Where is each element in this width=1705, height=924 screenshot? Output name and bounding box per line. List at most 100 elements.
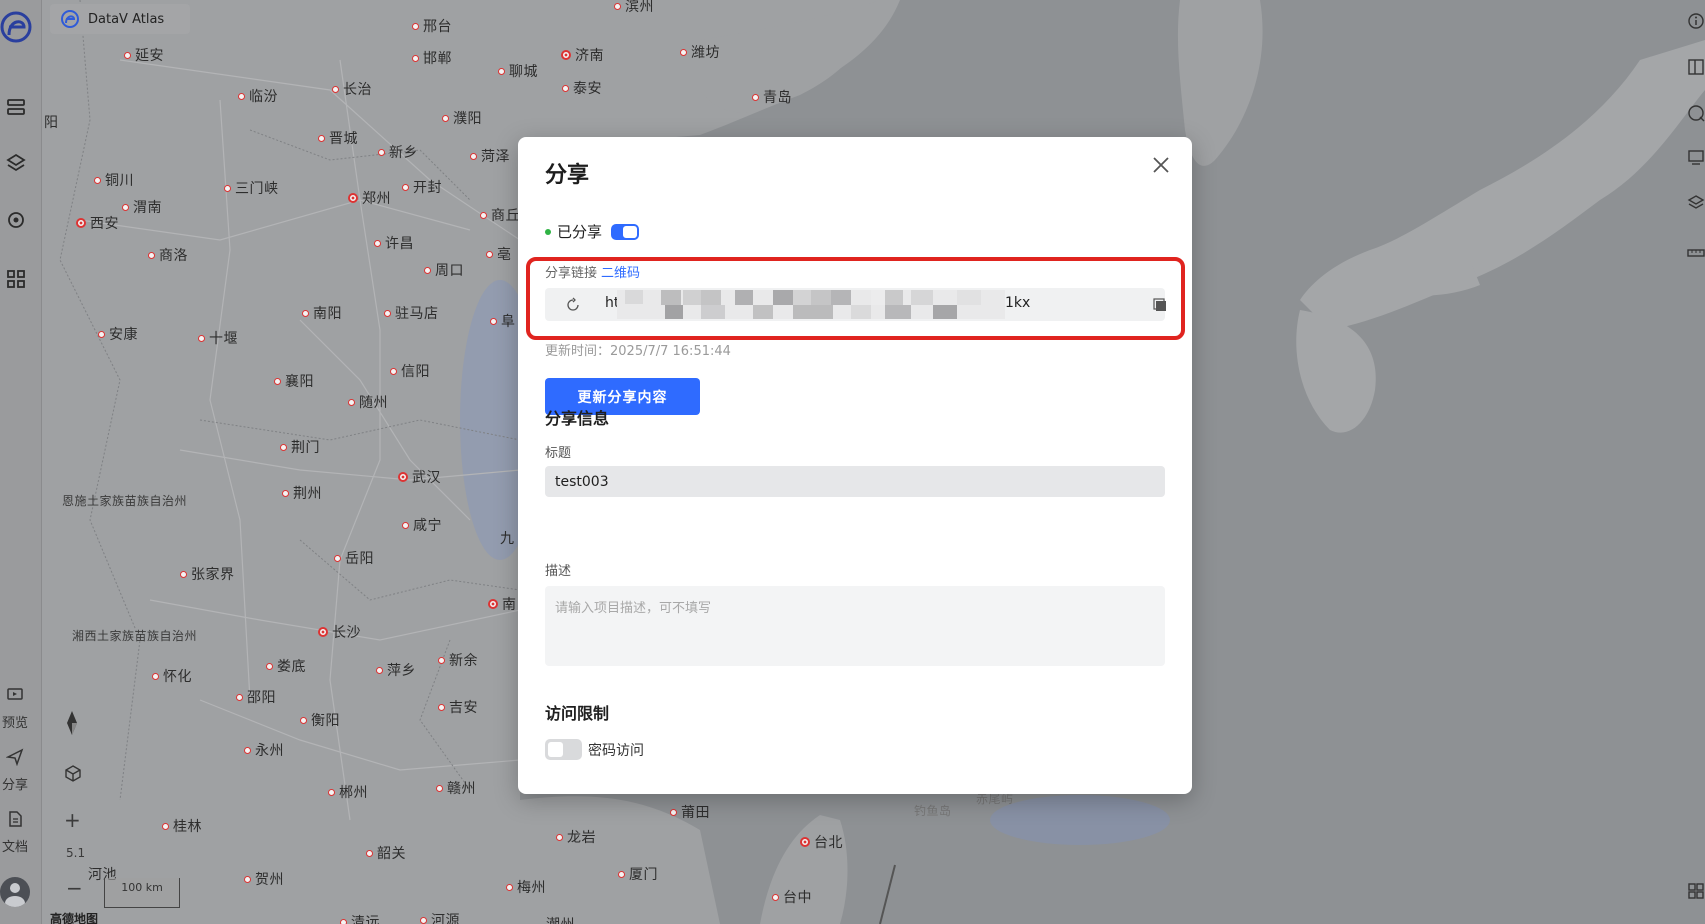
- password-access-toggle[interactable]: [545, 739, 582, 760]
- search-location-icon[interactable]: [1687, 104, 1705, 122]
- city-label: 吉安: [438, 697, 478, 717]
- city-label: 濮阳: [442, 108, 482, 128]
- city-label: 贺州: [244, 869, 284, 889]
- city-label: 西安: [76, 213, 119, 233]
- update-time: 更新时间：2025/7/7 16:51:44: [545, 344, 731, 359]
- city-label: 张家界: [180, 564, 235, 584]
- compass-icon[interactable]: [64, 710, 80, 736]
- password-access-label: 密码访问: [588, 742, 644, 759]
- grid-apps-icon[interactable]: [5, 268, 27, 290]
- screen-icon[interactable]: [1687, 148, 1705, 166]
- city-label: 邯郸: [412, 48, 452, 68]
- city-label: 南: [488, 594, 517, 614]
- grid-view-icon[interactable]: [1687, 882, 1705, 900]
- city-label: 荆州: [282, 483, 322, 503]
- city-label: 娄底: [266, 656, 306, 676]
- share-send-icon[interactable]: [6, 748, 24, 766]
- share-link-suffix: 1kx: [1005, 295, 1031, 311]
- city-label: 永州: [244, 740, 284, 760]
- right-toolbar: [1679, 0, 1705, 924]
- city-label: 驻马店: [384, 303, 439, 323]
- title-input[interactable]: [545, 466, 1165, 497]
- city-label: 郴州: [328, 782, 368, 802]
- document-icon[interactable]: [6, 810, 24, 828]
- share-info-heading: 分享信息: [545, 409, 610, 428]
- dialog-title: 分享: [545, 163, 590, 188]
- city-label: 长沙: [318, 622, 361, 642]
- city-label: 衡阳: [300, 710, 340, 730]
- city-label: 新乡: [378, 142, 418, 162]
- city-label: 商洛: [148, 245, 188, 265]
- city-label: 亳: [486, 244, 512, 264]
- qr-code-link[interactable]: 二维码: [601, 266, 640, 281]
- city-label: 梅州: [506, 877, 546, 897]
- city-label: 桂林: [162, 816, 202, 836]
- city-label: 渭南: [122, 197, 162, 217]
- city-label: 安康: [98, 324, 138, 344]
- docs-label[interactable]: 文档: [0, 836, 30, 855]
- city-label: 河源: [420, 910, 460, 924]
- user-avatar[interactable]: [0, 877, 30, 907]
- share-dialog: 分享 已分享 分享链接 二维码 ht 1kx 更新时间：2025/7/7 16:…: [518, 137, 1192, 794]
- ruler-icon[interactable]: [1687, 244, 1705, 262]
- city-label: 咸宁: [402, 515, 442, 535]
- city-label: 开封: [402, 177, 442, 197]
- city-label: 延安: [124, 45, 164, 65]
- zoom-level: 5.1: [66, 846, 86, 860]
- share-link-label: 分享链接: [545, 266, 598, 281]
- city-label: 清远: [340, 912, 380, 924]
- city-label: 莆田: [670, 802, 710, 822]
- city-label: 阜: [490, 311, 516, 331]
- city-label: 晋城: [318, 128, 358, 148]
- description-field-label: 描述: [545, 564, 572, 579]
- city-label: 郑州: [348, 188, 391, 208]
- layers-icon[interactable]: [1687, 194, 1705, 212]
- city-label: 岳阳: [334, 548, 374, 568]
- password-access-row: 密码访问: [545, 739, 644, 760]
- 3d-cube-icon[interactable]: [64, 764, 82, 782]
- panel-icon[interactable]: [1687, 58, 1705, 76]
- city-label: 潍坊: [680, 42, 720, 62]
- preview-icon[interactable]: [6, 686, 24, 704]
- city-label: 阳: [44, 115, 59, 131]
- city-label: 菏泽: [470, 146, 510, 166]
- share-link-label-row: 分享链接 二维码: [545, 262, 640, 281]
- status-dot: [545, 228, 551, 235]
- preview-label[interactable]: 预览: [0, 712, 30, 731]
- city-label: 荆门: [280, 437, 320, 457]
- layers-list-icon[interactable]: [5, 96, 27, 118]
- city-label: 随州: [348, 392, 388, 412]
- location-target-icon[interactable]: [5, 209, 27, 231]
- app-logo-icon[interactable]: [0, 6, 34, 46]
- city-label: 三门峡: [224, 178, 279, 198]
- info-icon[interactable]: [1687, 12, 1705, 30]
- title-field-label: 标题: [545, 446, 572, 461]
- share-toggle[interactable]: [611, 223, 640, 240]
- refresh-icon[interactable]: [565, 297, 581, 313]
- zoom-in-button[interactable]: +: [64, 808, 81, 832]
- brand-name: DataV Atlas: [88, 11, 165, 27]
- city-label: 临汾: [238, 86, 278, 106]
- description-textarea[interactable]: [545, 586, 1165, 666]
- zoom-out-button[interactable]: −: [66, 876, 83, 900]
- city-label: 赣州: [436, 778, 476, 798]
- shared-status-label: 已分享: [557, 223, 603, 241]
- share-link-field[interactable]: ht 1kx: [545, 288, 1168, 321]
- city-label: 泰安: [562, 78, 602, 98]
- share-label[interactable]: 分享: [0, 774, 30, 793]
- city-label: 潮州: [546, 914, 575, 924]
- city-label: 铜川: [94, 170, 134, 190]
- city-label: 南阳: [302, 303, 342, 323]
- city-label: 怀化: [152, 666, 192, 686]
- city-label: 龙岩: [556, 827, 596, 847]
- copy-icon[interactable]: [1152, 297, 1168, 313]
- city-label: 济南: [561, 45, 604, 65]
- access-limit-heading: 访问限制: [545, 704, 610, 723]
- map-attribution: 高德地图: [50, 910, 98, 924]
- city-label: 聊城: [498, 61, 538, 81]
- stack-icon[interactable]: [5, 152, 27, 174]
- brand-chip[interactable]: DataV Atlas: [50, 4, 190, 34]
- close-icon[interactable]: [1150, 154, 1172, 176]
- city-label: 长治: [332, 79, 372, 99]
- city-label: 武汉: [398, 467, 441, 487]
